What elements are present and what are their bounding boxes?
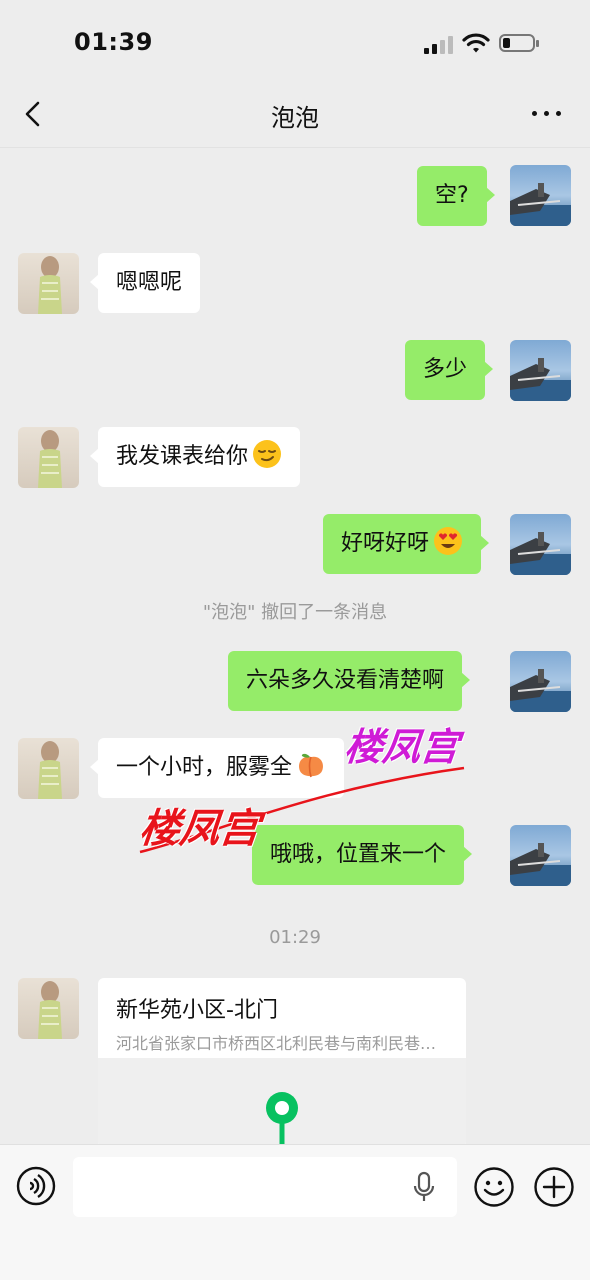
message-bubble-in[interactable]: 我发课表给你 bbox=[89, 427, 301, 487]
heart-eyes-face-icon bbox=[434, 527, 463, 555]
timestamp: 01:29 bbox=[269, 927, 321, 948]
map-pin-icon bbox=[266, 1092, 298, 1144]
input-bar bbox=[0, 1144, 590, 1280]
recall-notice: "泡泡" 撤回了一条消息 bbox=[202, 602, 388, 623]
chat-title: 泡泡 bbox=[271, 104, 319, 132]
mic-icon[interactable] bbox=[412, 1171, 436, 1203]
watermark-text: 楼凤宫 bbox=[137, 805, 263, 852]
message-text: 好呀好呀 bbox=[341, 531, 430, 556]
message-bubble-out[interactable]: 好呀好呀 bbox=[323, 514, 490, 574]
nav-bar: 泡泡 bbox=[0, 80, 590, 148]
battery-level bbox=[503, 38, 510, 48]
my-avatar[interactable] bbox=[510, 340, 571, 401]
message-bubble-out[interactable]: 多少 bbox=[405, 340, 494, 400]
status-time: 01:39 bbox=[74, 28, 153, 56]
contact-avatar[interactable] bbox=[18, 253, 79, 314]
location-map[interactable] bbox=[98, 1058, 466, 1144]
message-bubble-out[interactable]: 空? bbox=[417, 166, 495, 226]
contact-avatar[interactable] bbox=[18, 738, 79, 799]
my-avatar[interactable] bbox=[510, 651, 571, 712]
message-bubble-out[interactable]: 六朵多久没看清楚啊 bbox=[228, 651, 471, 711]
message-text: 嗯嗯呢 bbox=[116, 270, 183, 295]
message-bubble-in[interactable]: 嗯嗯呢 bbox=[89, 253, 201, 313]
more-dots-icon[interactable] bbox=[530, 102, 564, 124]
location-name: 新华苑小区-北门 bbox=[116, 998, 278, 1023]
plus-icon[interactable] bbox=[533, 1166, 575, 1208]
message-text: 六朵多久没看清楚啊 bbox=[246, 668, 445, 693]
voice-icon[interactable] bbox=[16, 1166, 56, 1206]
contact-avatar[interactable] bbox=[18, 978, 79, 1039]
message-text: 空? bbox=[435, 183, 469, 208]
smirking-face-icon bbox=[253, 440, 282, 468]
location-card[interactable]: 新华苑小区-北门 河北省张家口市桥西区北利民巷与南利民巷交叉口 bbox=[98, 978, 466, 1144]
contact-avatar[interactable] bbox=[18, 427, 79, 488]
my-avatar[interactable] bbox=[510, 514, 571, 575]
battery-icon bbox=[499, 34, 539, 52]
message-text: 多少 bbox=[423, 357, 468, 382]
chat-area[interactable]: 空? 嗯嗯呢 多少 我发课表给你 好呀好呀 "泡泡" 撤回了一条消息 六朵多久没… bbox=[0, 148, 590, 1144]
watermark-text: 楼凤宫 bbox=[342, 724, 462, 769]
my-avatar[interactable] bbox=[510, 825, 571, 886]
cellular-signal-icon bbox=[424, 36, 454, 54]
emoji-icon[interactable] bbox=[473, 1166, 515, 1208]
message-input[interactable] bbox=[73, 1157, 457, 1217]
message-text: 我发课表给你 bbox=[116, 444, 249, 469]
location-address: 河北省张家口市桥西区北利民巷与南利民巷交叉口 bbox=[116, 1034, 450, 1053]
wifi-icon bbox=[462, 33, 490, 53]
status-bar: 01:39 bbox=[0, 0, 590, 80]
my-avatar[interactable] bbox=[510, 165, 571, 226]
